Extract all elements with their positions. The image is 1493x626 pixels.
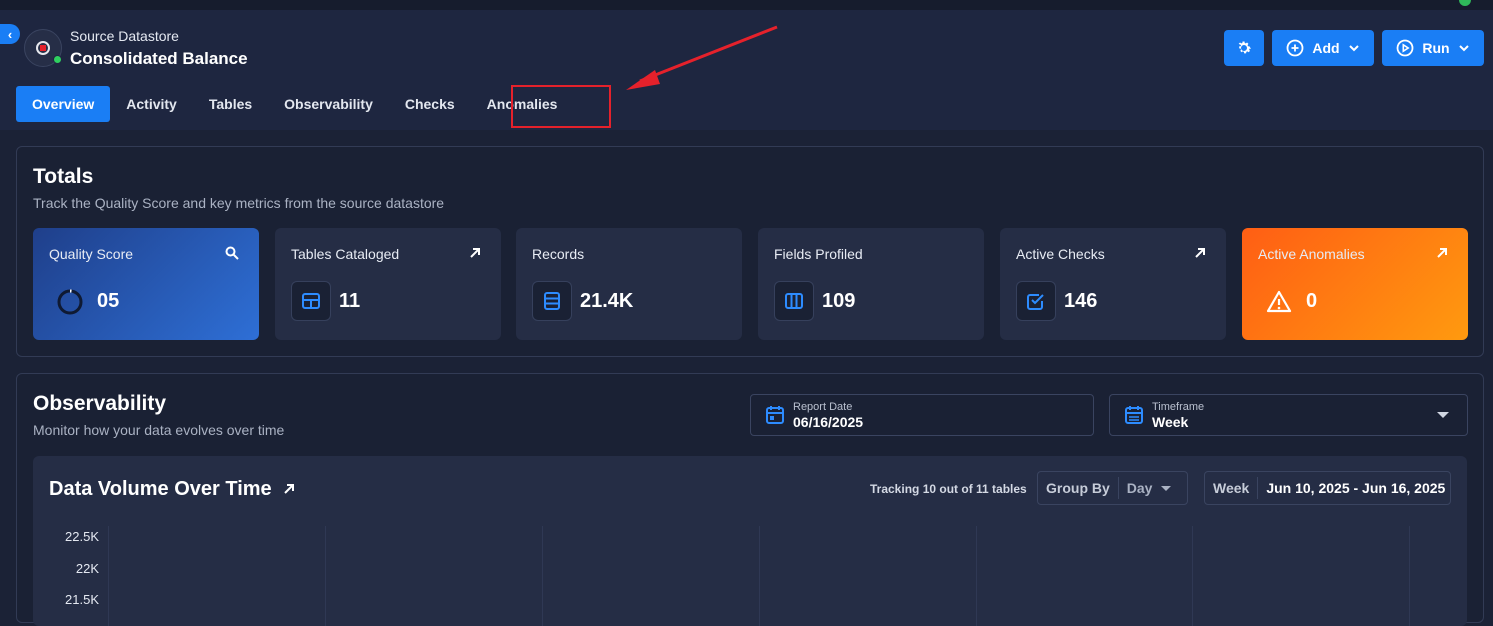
grid-line	[325, 526, 326, 626]
caret-down-icon	[1437, 412, 1449, 418]
check-icon	[1016, 281, 1056, 321]
data-volume-chart-panel: Data Volume Over Time Tracking 10 out of…	[33, 456, 1467, 626]
metric-label: Tables Cataloged	[291, 246, 400, 262]
metric-label: Records	[532, 246, 585, 262]
chevron-down-icon	[1458, 45, 1469, 52]
observability-subtitle: Monitor how your data evolves over time	[33, 422, 285, 438]
calendar-icon	[766, 406, 784, 424]
timeframe-select[interactable]: Timeframe Week	[1109, 394, 1468, 436]
group-by-label: Group By	[1038, 477, 1119, 499]
metric-label: Fields Profiled	[774, 246, 863, 262]
metric-label: Active Checks	[1016, 246, 1105, 262]
grid-line	[1192, 526, 1193, 626]
week-range-selector[interactable]: Week Jun 10, 2025 - Jun 16, 2025	[1204, 471, 1451, 505]
timeframe-label: Timeframe	[1152, 401, 1205, 413]
grid-line	[759, 526, 760, 626]
annotation-arrow	[626, 25, 778, 90]
metric-value: 11	[339, 290, 361, 312]
columns-icon	[774, 281, 814, 321]
metric-tables-cataloged[interactable]: Tables Cataloged 11	[275, 228, 501, 340]
observability-card: Observability Monitor how your data evol…	[16, 373, 1484, 626]
grid-line	[542, 526, 543, 626]
metric-label: Quality Score	[49, 246, 134, 262]
plus-circle-icon	[1286, 39, 1304, 57]
metric-active-anomalies[interactable]: Active Anomalies 0	[1242, 228, 1468, 340]
quality-score-ring-icon	[57, 289, 83, 315]
table-icon	[291, 281, 331, 321]
run-button[interactable]: Run	[1382, 30, 1484, 66]
search-icon[interactable]	[225, 246, 239, 264]
metric-label: Active Anomalies	[1258, 246, 1365, 262]
grid-line	[976, 526, 977, 626]
metric-active-checks[interactable]: Active Checks 146	[1000, 228, 1226, 340]
arrow-up-right-icon[interactable]	[1436, 246, 1448, 263]
metric-value: 146	[1064, 290, 1098, 312]
gear-icon	[1238, 41, 1252, 54]
status-dot	[1459, 0, 1471, 6]
metric-value: 21.4K	[580, 290, 634, 312]
metric-value: 109	[822, 290, 856, 312]
records-icon	[532, 281, 572, 321]
metric-value: 05	[97, 290, 120, 312]
chart-title: Data Volume Over Time	[49, 478, 272, 500]
timeframe-value: Week	[1152, 414, 1189, 430]
tracking-text: Tracking 10 out of 11 tables	[870, 482, 1027, 496]
metric-quality-score[interactable]: Quality Score 05	[33, 228, 259, 340]
metric-value: 0	[1306, 290, 1318, 312]
calendar-icon	[1125, 406, 1143, 424]
arrow-up-right-icon[interactable]	[469, 246, 481, 263]
report-date-field[interactable]: Report Date 06/16/2025	[750, 394, 1094, 436]
y-axis-tick: 22.5K	[65, 529, 99, 544]
totals-title: Totals	[33, 165, 94, 188]
report-date-label: Report Date	[793, 401, 853, 413]
totals-subtitle: Track the Quality Score and key metrics …	[33, 195, 445, 211]
grid-line	[1409, 526, 1410, 626]
warning-icon	[1266, 290, 1292, 313]
arrow-up-right-icon[interactable]	[1194, 246, 1206, 263]
add-button[interactable]: Add	[1272, 30, 1374, 66]
add-button-label: Add	[1312, 40, 1340, 56]
caret-down-icon	[1161, 486, 1171, 491]
y-axis-tick: 22K	[75, 561, 99, 576]
metric-records: Records 21.4K	[516, 228, 742, 340]
play-circle-icon	[1396, 39, 1414, 57]
run-button-label: Run	[1422, 40, 1450, 56]
settings-button[interactable]	[1224, 30, 1264, 66]
grid-line	[108, 526, 109, 626]
chevron-down-icon	[1348, 45, 1359, 52]
metric-fields-profiled: Fields Profiled 109	[758, 228, 984, 340]
week-label: Week	[1205, 477, 1259, 499]
group-by-select[interactable]: Group By Day	[1037, 471, 1188, 505]
observability-title: Observability	[33, 392, 167, 415]
group-by-value: Day	[1126, 480, 1153, 496]
totals-card: Totals Track the Quality Score and key m…	[16, 146, 1484, 357]
report-date-value: 06/16/2025	[793, 414, 864, 430]
arrow-up-right-icon[interactable]	[283, 482, 295, 500]
y-axis-tick: 21.5K	[65, 592, 99, 607]
week-range-value: Jun 10, 2025 - Jun 16, 2025	[1266, 480, 1446, 496]
